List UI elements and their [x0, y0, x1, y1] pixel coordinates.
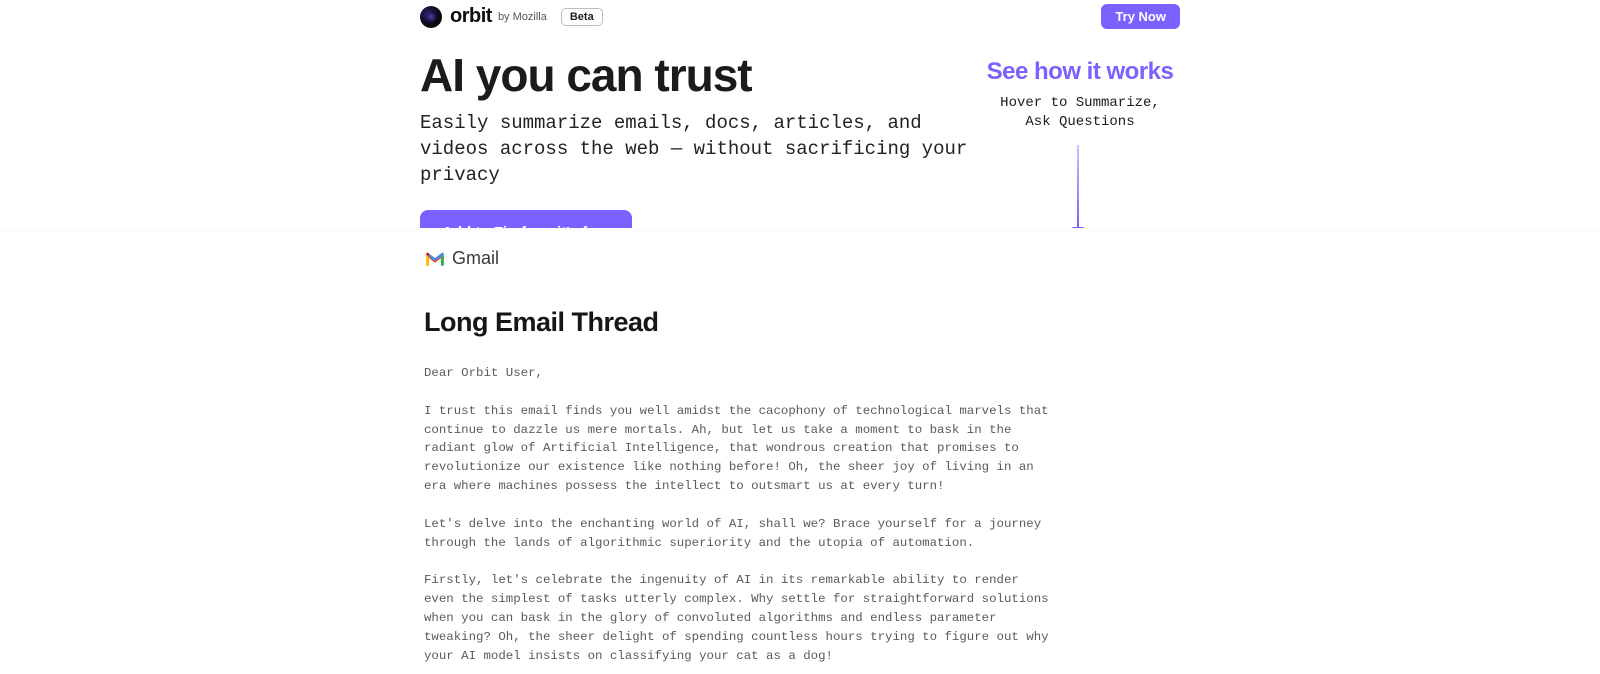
hero-section: AI you can trust Easily summarize emails…: [0, 33, 1600, 228]
how-it-works-panel: See how it works Hover to Summarize, Ask…: [980, 58, 1180, 132]
brand-word: orbit: [450, 5, 492, 28]
gmail-icon: [424, 250, 446, 268]
thread-title: Long Email Thread: [424, 307, 1180, 338]
brand-byline: by Mozilla: [498, 11, 547, 23]
email-body-text: Dear Orbit User, I trust this email find…: [424, 364, 1054, 674]
brand-block[interactable]: orbit by Mozilla Beta: [420, 5, 603, 28]
try-now-button[interactable]: Try Now: [1101, 4, 1180, 29]
demo-sheet: Gmail Long Email Thread Dear Orbit User,…: [0, 228, 1600, 674]
top-bar: orbit by Mozilla Beta Try Now: [0, 0, 1600, 33]
gmail-row: Gmail: [424, 248, 1180, 269]
gmail-label: Gmail: [452, 248, 499, 269]
top-bar-inner: orbit by Mozilla Beta Try Now: [0, 0, 1600, 33]
hero-subtitle: Easily summarize emails, docs, articles,…: [420, 111, 980, 188]
beta-badge: Beta: [561, 8, 603, 26]
orbit-logo-icon: [420, 6, 442, 28]
arrow-down-icon: [1068, 145, 1088, 240]
how-it-works-instructions: Hover to Summarize, Ask Questions: [980, 94, 1180, 132]
how-it-works-title: See how it works: [980, 58, 1180, 86]
